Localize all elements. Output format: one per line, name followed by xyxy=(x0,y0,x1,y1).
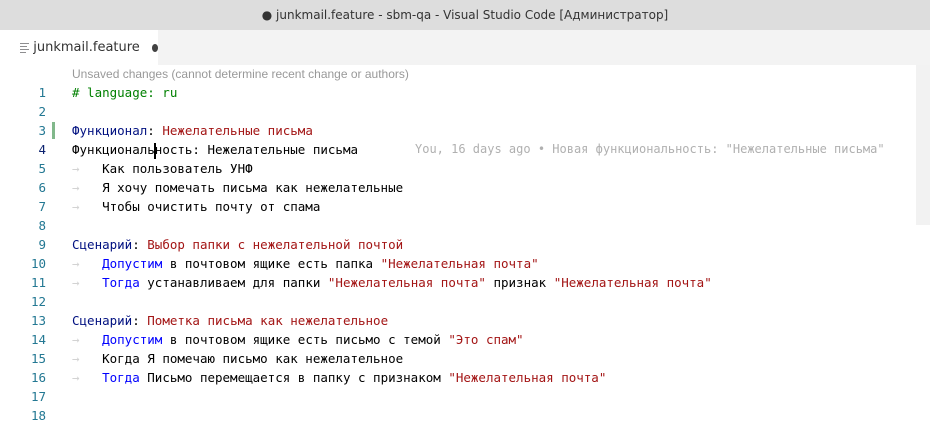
code-token: ность: Нежелательные письма xyxy=(154,142,358,157)
code-line[interactable]: 18 xyxy=(0,406,930,425)
code-token: : xyxy=(132,313,148,328)
line-number: 3 xyxy=(38,123,46,138)
line-code: → Я хочу помечать письма как нежелательн… xyxy=(72,178,403,197)
code-token: # language: ru xyxy=(72,85,178,100)
code-token: "Это спам" xyxy=(448,332,524,347)
tab-whitespace-marker: → xyxy=(72,370,103,385)
tab-whitespace-marker: → xyxy=(72,180,103,195)
tab-label: junkmail.feature xyxy=(33,40,140,55)
tab-whitespace-marker: → xyxy=(72,275,103,290)
line-number: 13 xyxy=(30,313,46,328)
code-token: устанавливаем для папки xyxy=(139,275,328,290)
modified-line-indicator[interactable] xyxy=(52,122,55,139)
line-number: 6 xyxy=(38,180,46,195)
code-token: Как пользователь УНФ xyxy=(102,161,253,176)
code-token: Функционал xyxy=(72,123,148,138)
code-token: Когда Я помечаю письмо как нежелательное xyxy=(102,351,404,366)
code-token: Нежелательные письма xyxy=(162,123,313,138)
code-token: Чтобы очистить почту от спама xyxy=(102,199,321,214)
line-code: # language: ru xyxy=(72,83,177,102)
code-line[interactable]: 15 → Когда Я помечаю письмо как нежелател… xyxy=(0,349,930,368)
line-number: 15 xyxy=(30,351,46,366)
line-code: → Чтобы очистить почту от спама xyxy=(72,197,320,216)
code-line[interactable]: 7 → Чтобы очистить почту от спама xyxy=(0,197,930,216)
code-token: в почтовом ящике есть письмо с темой xyxy=(162,332,449,347)
tab-whitespace-marker: → xyxy=(72,332,103,347)
code-token: Допустим xyxy=(102,332,163,347)
line-number: 12 xyxy=(30,294,46,309)
line-code: → Как пользователь УНФ xyxy=(72,159,253,178)
line-number: 17 xyxy=(30,389,46,404)
code-lens[interactable]: Unsaved changes (cannot determine recent… xyxy=(72,67,409,81)
code-token: "Нежелательная почта" xyxy=(380,256,539,271)
code-line[interactable]: 13 Сценарий: Пометка письма как нежелател… xyxy=(0,311,930,330)
code-token: Допустим xyxy=(102,256,163,271)
line-code: Сценарий: Пометка письма как нежелательн… xyxy=(72,311,388,330)
code-token: : xyxy=(132,237,148,252)
code-line[interactable]: 16 → Тогда Письмо перемещается в папку с … xyxy=(0,368,930,387)
code-line[interactable]: 11 → Тогда устанавливаем для папки "Нежел… xyxy=(0,273,930,292)
code-token: Тогда xyxy=(102,370,140,385)
line-number: 5 xyxy=(38,161,46,176)
window-title: ● junkmail.feature - sbm-qa - Visual Stu… xyxy=(261,8,669,22)
code-token: Сценарий xyxy=(72,313,133,328)
code-line[interactable]: 4 Функциональность: Нежелательные письма Y… xyxy=(0,140,930,159)
editor-tab-bar: junkmail.feature xyxy=(0,30,930,65)
line-code: Функциональность: Нежелательные письма xyxy=(72,140,358,159)
line-number: 14 xyxy=(30,332,46,347)
line-number: 18 xyxy=(30,408,46,423)
code-line[interactable]: 8 xyxy=(0,216,930,235)
code-line[interactable]: 12 xyxy=(0,292,930,311)
code-line[interactable]: 17 xyxy=(0,387,930,406)
code-token: Я хочу помечать письма как нежелательные xyxy=(102,180,404,195)
unsaved-dot-icon[interactable] xyxy=(151,43,158,52)
code-line[interactable]: 6 → Я хочу помечать письма как нежелатель… xyxy=(0,178,930,197)
code-line[interactable]: 2 xyxy=(0,102,930,121)
code-line[interactable]: 9 Сценарий: Выбор папки с нежелательной п… xyxy=(0,235,930,254)
code-token: признак xyxy=(485,275,554,290)
line-number: 9 xyxy=(38,237,46,252)
line-code: → Тогда Письмо перемещается в папку с пр… xyxy=(72,368,606,387)
line-number: 16 xyxy=(30,370,46,385)
tab-junkmail-feature[interactable]: junkmail.feature xyxy=(0,30,158,65)
line-number: 10 xyxy=(30,256,46,271)
line-number: 4 xyxy=(38,142,46,157)
line-number: 11 xyxy=(30,275,46,290)
code-line[interactable]: 1 # language: ru xyxy=(0,83,930,102)
code-token: Письмо перемещается в папку с признаком xyxy=(139,370,449,385)
file-lines-icon xyxy=(20,42,29,53)
line-code: Сценарий: Выбор папки с нежелательной по… xyxy=(72,235,403,254)
line-number: 1 xyxy=(38,85,46,100)
code-token: "Нежелательная почта" xyxy=(448,370,607,385)
tab-whitespace-marker: → xyxy=(72,199,103,214)
code-token: : xyxy=(147,123,163,138)
code-token: Сценарий xyxy=(72,237,133,252)
code-line[interactable]: 14 → Допустим в почтовом ящике есть письм… xyxy=(0,330,930,349)
line-code: → Допустим в почтовом ящике есть папка "… xyxy=(72,254,539,273)
code-editor[interactable]: Unsaved changes (cannot determine recent… xyxy=(0,65,930,435)
tab-whitespace-marker: → xyxy=(72,161,103,176)
tab-whitespace-marker: → xyxy=(72,256,103,271)
code-token: в почтовом ящике есть папка xyxy=(162,256,381,271)
line-code: → Когда Я помечаю письмо как нежелательн… xyxy=(72,349,403,368)
code-token: "Нежелательная почта" xyxy=(327,275,486,290)
code-line[interactable]: 10 → Допустим в почтовом ящике есть папка… xyxy=(0,254,930,273)
window-title-bar: ● junkmail.feature - sbm-qa - Visual Stu… xyxy=(0,0,930,30)
git-blame-annotation[interactable]: You, 16 days ago • Новая функциональност… xyxy=(415,140,885,159)
code-token: Выбор папки с нежелательной почтой xyxy=(147,237,404,252)
code-token: Пометка письма как нежелательное xyxy=(147,313,389,328)
code-token: Тогда xyxy=(102,275,140,290)
line-number: 2 xyxy=(38,104,46,119)
code-lines[interactable]: 1 # language: ru 2 3 Функционал: Нежелательн… xyxy=(0,83,930,425)
code-token: Функциональ xyxy=(72,142,155,157)
line-code: → Тогда устанавливаем для папки "Нежелат… xyxy=(72,273,712,292)
line-code: → Допустим в почтовом ящике есть письмо … xyxy=(72,330,524,349)
line-number: 7 xyxy=(38,199,46,214)
line-number: 8 xyxy=(38,218,46,233)
code-line[interactable]: 3 Функционал: Нежелательные письма xyxy=(0,121,930,140)
line-code: Функционал: Нежелательные письма xyxy=(72,121,313,140)
code-token: "Нежелательная почта" xyxy=(553,275,712,290)
code-line[interactable]: 5 → Как пользователь УНФ xyxy=(0,159,930,178)
tab-whitespace-marker: → xyxy=(72,351,103,366)
